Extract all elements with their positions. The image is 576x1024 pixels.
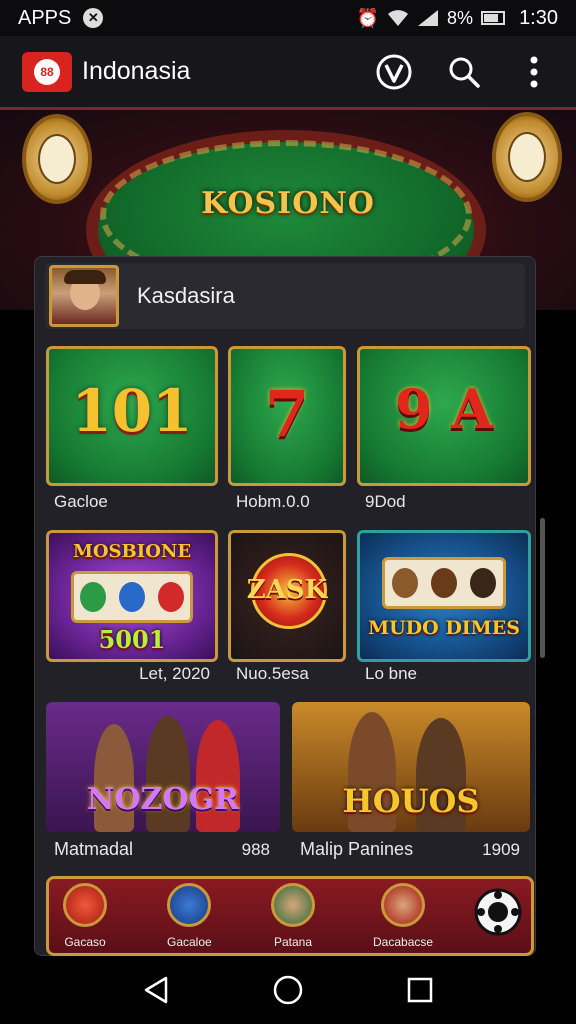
game-tile-label: Nuo.5esa — [236, 664, 309, 683]
back-triangle-icon — [144, 976, 168, 1004]
panel-scrollbar[interactable] — [540, 518, 545, 658]
game-tile[interactable]: 7 Hobm.0.0 — [228, 346, 346, 518]
card-icon — [157, 582, 184, 612]
game-tile-value: 988 — [241, 840, 270, 859]
app-logo[interactable]: 88 — [22, 51, 72, 92]
game-tile-label: Hobm.0.0 — [236, 492, 310, 511]
battery-percent: 8% — [447, 7, 474, 28]
signal-icon — [418, 10, 439, 26]
game-tile-art-text: 101 — [71, 377, 193, 445]
game-tile-art-title: MOSBIONE — [72, 541, 192, 562]
game-tile[interactable]: MOSBIONE 5001 Let, 2020 — [46, 530, 218, 690]
strip-item[interactable]: Gacaso — [63, 883, 107, 949]
game-tile-label: 9Dod — [365, 492, 406, 511]
game-tile-art-sub: 5001 — [98, 625, 166, 654]
strip-item-label: Patana — [273, 935, 313, 949]
game-tile-art: NOZOGR — [46, 702, 280, 832]
battery-icon — [481, 11, 506, 25]
game-tile-art-title: HOUOS — [342, 782, 480, 820]
notification-icon: ✕ — [83, 8, 104, 28]
strip-item-label: Dacabacse — [373, 935, 434, 949]
search-icon — [449, 57, 480, 88]
vpn-shield-button[interactable] — [374, 52, 414, 92]
poker-chip-icon — [474, 888, 522, 936]
status-bar: APPS ✕ ⏰ 8% 1:30 — [0, 0, 576, 36]
game-tile-art: MUDO DIMES — [357, 530, 531, 662]
animal-icon — [430, 568, 457, 598]
game-tile-label: Let, 2020 — [139, 664, 210, 683]
overflow-menu-button[interactable] — [514, 52, 554, 92]
game-tile-label: Malip Panines — [300, 839, 414, 859]
game-tile-label: Gacloe — [54, 492, 108, 511]
animal-icon — [391, 568, 418, 598]
game-tile-art-text: 7 — [264, 377, 310, 452]
strip-item-label: Gacaloe — [167, 935, 212, 949]
game-tile[interactable]: NOZOGR Matmadal 988 — [46, 702, 280, 866]
animal-icon — [470, 568, 497, 598]
chip-icon — [63, 883, 107, 927]
strip-item[interactable]: Patana — [271, 883, 315, 949]
game-tile-art: HOUOS — [292, 702, 530, 832]
game-tile-art-title: NOZOGR — [86, 782, 240, 817]
hero-title: KOSIONO — [201, 186, 375, 221]
game-tile-art-text: 9 A — [394, 377, 494, 441]
game-tile-art: 9 A — [357, 346, 531, 486]
slot-reels — [382, 557, 506, 609]
more-vert-icon — [530, 56, 538, 87]
strip-item-label: Gacaso — [64, 935, 106, 949]
avatar — [49, 265, 119, 327]
profile-row[interactable]: Kasdasira — [45, 263, 525, 329]
recents-button[interactable] — [400, 970, 440, 1010]
game-tile[interactable]: ZASK Nuo.5esa — [228, 530, 346, 690]
slot-reels — [71, 571, 193, 623]
home-button[interactable] — [268, 970, 308, 1010]
game-tile[interactable]: 9 A 9Dod — [357, 346, 531, 518]
strip-item[interactable]: Dacabacse — [373, 883, 433, 949]
game-tile-art: 7 — [228, 346, 346, 486]
app-bar: 88 Indonasia — [0, 36, 576, 110]
back-button[interactable] — [136, 970, 176, 1010]
status-app-label: APPS — [18, 6, 72, 29]
app-title: Indonasia — [82, 57, 191, 85]
game-tile-art: ZASK — [228, 530, 346, 662]
game-tile-art-title: ZASK — [246, 575, 328, 605]
badge-icon — [167, 883, 212, 927]
game-tile-value: 1909 — [482, 840, 520, 859]
strip-item[interactable]: Gacaloe — [167, 883, 212, 949]
game-tile-label: Lo bne — [365, 664, 417, 683]
vpn-shield-icon — [376, 54, 412, 89]
system-nav-bar — [0, 956, 576, 1024]
wifi-icon — [388, 10, 409, 26]
avatar-icon — [271, 883, 315, 927]
recents-square-icon — [407, 977, 433, 1003]
game-tile-art: 101 — [46, 346, 218, 486]
clover-icon — [80, 582, 107, 612]
app-logo-text: 88 — [34, 58, 60, 85]
game-tile[interactable]: HOUOS Malip Panines 1909 — [292, 702, 530, 866]
game-tile[interactable]: MUDO DIMES Lo bne — [357, 530, 531, 690]
game-tile[interactable]: 101 Gacloe — [46, 346, 218, 518]
status-time: 1:30 — [519, 6, 558, 29]
search-button[interactable] — [444, 52, 484, 92]
wheel-icon — [118, 582, 145, 612]
home-circle-icon — [273, 975, 303, 1005]
game-tile-art: MOSBIONE 5001 — [46, 530, 218, 662]
avatar-icon — [381, 883, 426, 927]
alarm-icon: ⏰ — [356, 7, 380, 28]
game-tile-art-title: MUDO DIMES — [368, 617, 520, 639]
promo-strip[interactable]: Gacaso Gacaloe Patana Dacabacse — [46, 876, 534, 956]
game-tile-label: Matmadal — [54, 839, 134, 859]
profile-name: Kasdasira — [137, 283, 235, 308]
